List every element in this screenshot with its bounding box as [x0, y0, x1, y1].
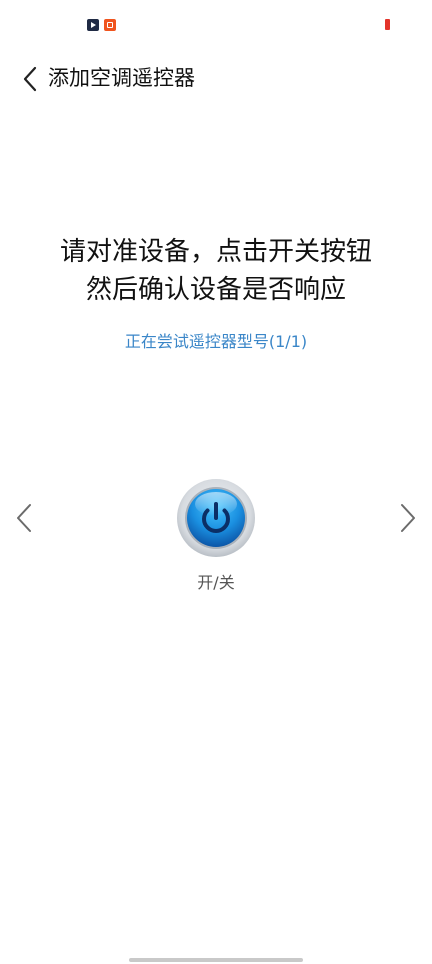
chevron-left-icon: [23, 66, 37, 92]
page-title: 添加空调遥控器: [48, 66, 195, 90]
next-model-button[interactable]: [392, 500, 424, 536]
video-app-icon: [87, 19, 99, 31]
battery-icon: [385, 19, 390, 30]
model-progress-text: 正在尝试遥控器型号(1/1): [124, 332, 308, 351]
previous-model-button[interactable]: [10, 500, 42, 536]
instruction-line-2: 然后确认设备是否响应: [85, 275, 346, 305]
header: 添加空调遥控器: [0, 56, 432, 100]
back-button[interactable]: [14, 60, 48, 96]
app-notification-icon: [104, 19, 116, 31]
instruction-line-1: 请对准设备，点击开关按钮: [59, 237, 372, 267]
chevron-left-icon: [17, 504, 31, 532]
status-bar: [0, 0, 432, 48]
chevron-right-icon: [401, 504, 415, 532]
power-icon: [177, 479, 255, 557]
power-button[interactable]: [176, 478, 256, 558]
home-indicator[interactable]: [129, 958, 303, 962]
power-button-label: 开/关: [197, 573, 235, 592]
